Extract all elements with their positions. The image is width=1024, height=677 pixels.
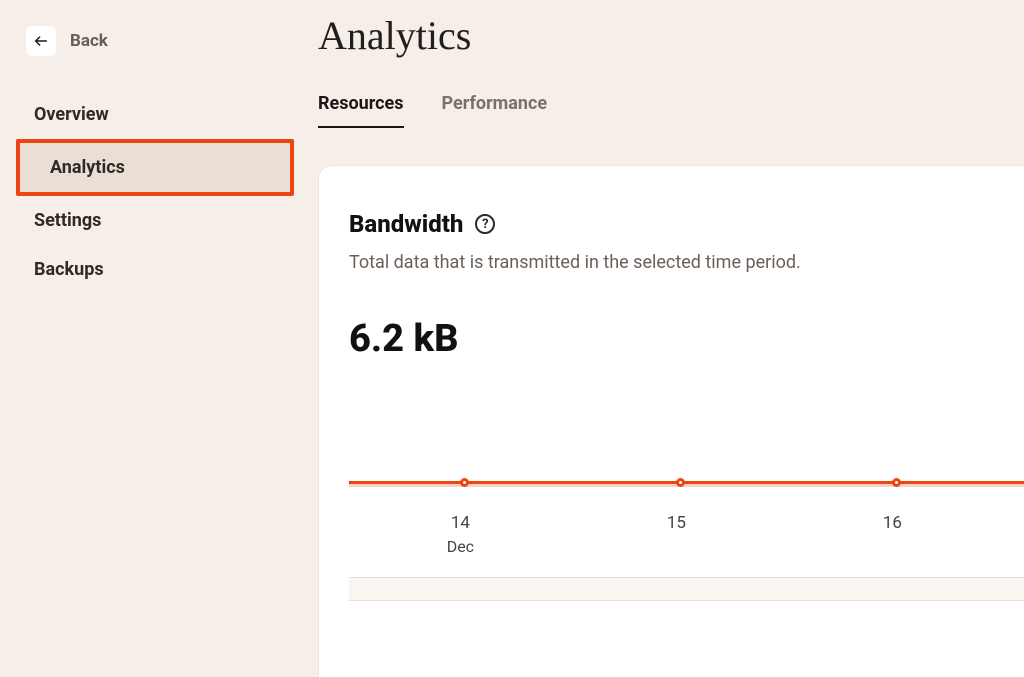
chart-tick: 16 xyxy=(883,513,902,533)
panel-title: Bandwidth xyxy=(349,210,463,238)
chart-point xyxy=(460,478,469,487)
chart-point xyxy=(676,478,685,487)
sidebar-item-overview[interactable]: Overview xyxy=(0,90,300,139)
arrow-left-icon xyxy=(26,26,56,56)
sidebar-item-backups[interactable]: Backups xyxy=(0,245,300,294)
chart-line xyxy=(349,481,1024,487)
chart-tick: 14Dec xyxy=(447,513,474,556)
bandwidth-chart: 14Dec 15 16 xyxy=(349,481,1024,601)
back-button[interactable]: Back xyxy=(0,18,300,56)
help-icon[interactable]: ? xyxy=(475,214,495,234)
page-title: Analytics xyxy=(318,12,1024,59)
sidebar: Back Overview Analytics Settings Backups xyxy=(0,0,300,677)
sidebar-item-analytics[interactable]: Analytics xyxy=(16,139,294,196)
tabs: Resources Performance xyxy=(318,93,1024,129)
sidebar-item-settings[interactable]: Settings xyxy=(0,196,300,245)
back-label: Back xyxy=(70,31,108,51)
bandwidth-card: Bandwidth ? Total data that is transmitt… xyxy=(318,165,1024,677)
tab-resources[interactable]: Resources xyxy=(318,93,404,128)
metric-value: 6.2 kB xyxy=(349,317,1024,361)
chart-point xyxy=(892,478,901,487)
tab-performance[interactable]: Performance xyxy=(442,93,548,128)
panel-description: Total data that is transmitted in the se… xyxy=(349,252,1024,273)
main: Analytics Resources Performance Bandwidt… xyxy=(300,0,1024,677)
chart-x-axis: 14Dec 15 16 xyxy=(349,513,1024,583)
chart-tick: 15 xyxy=(667,513,686,533)
